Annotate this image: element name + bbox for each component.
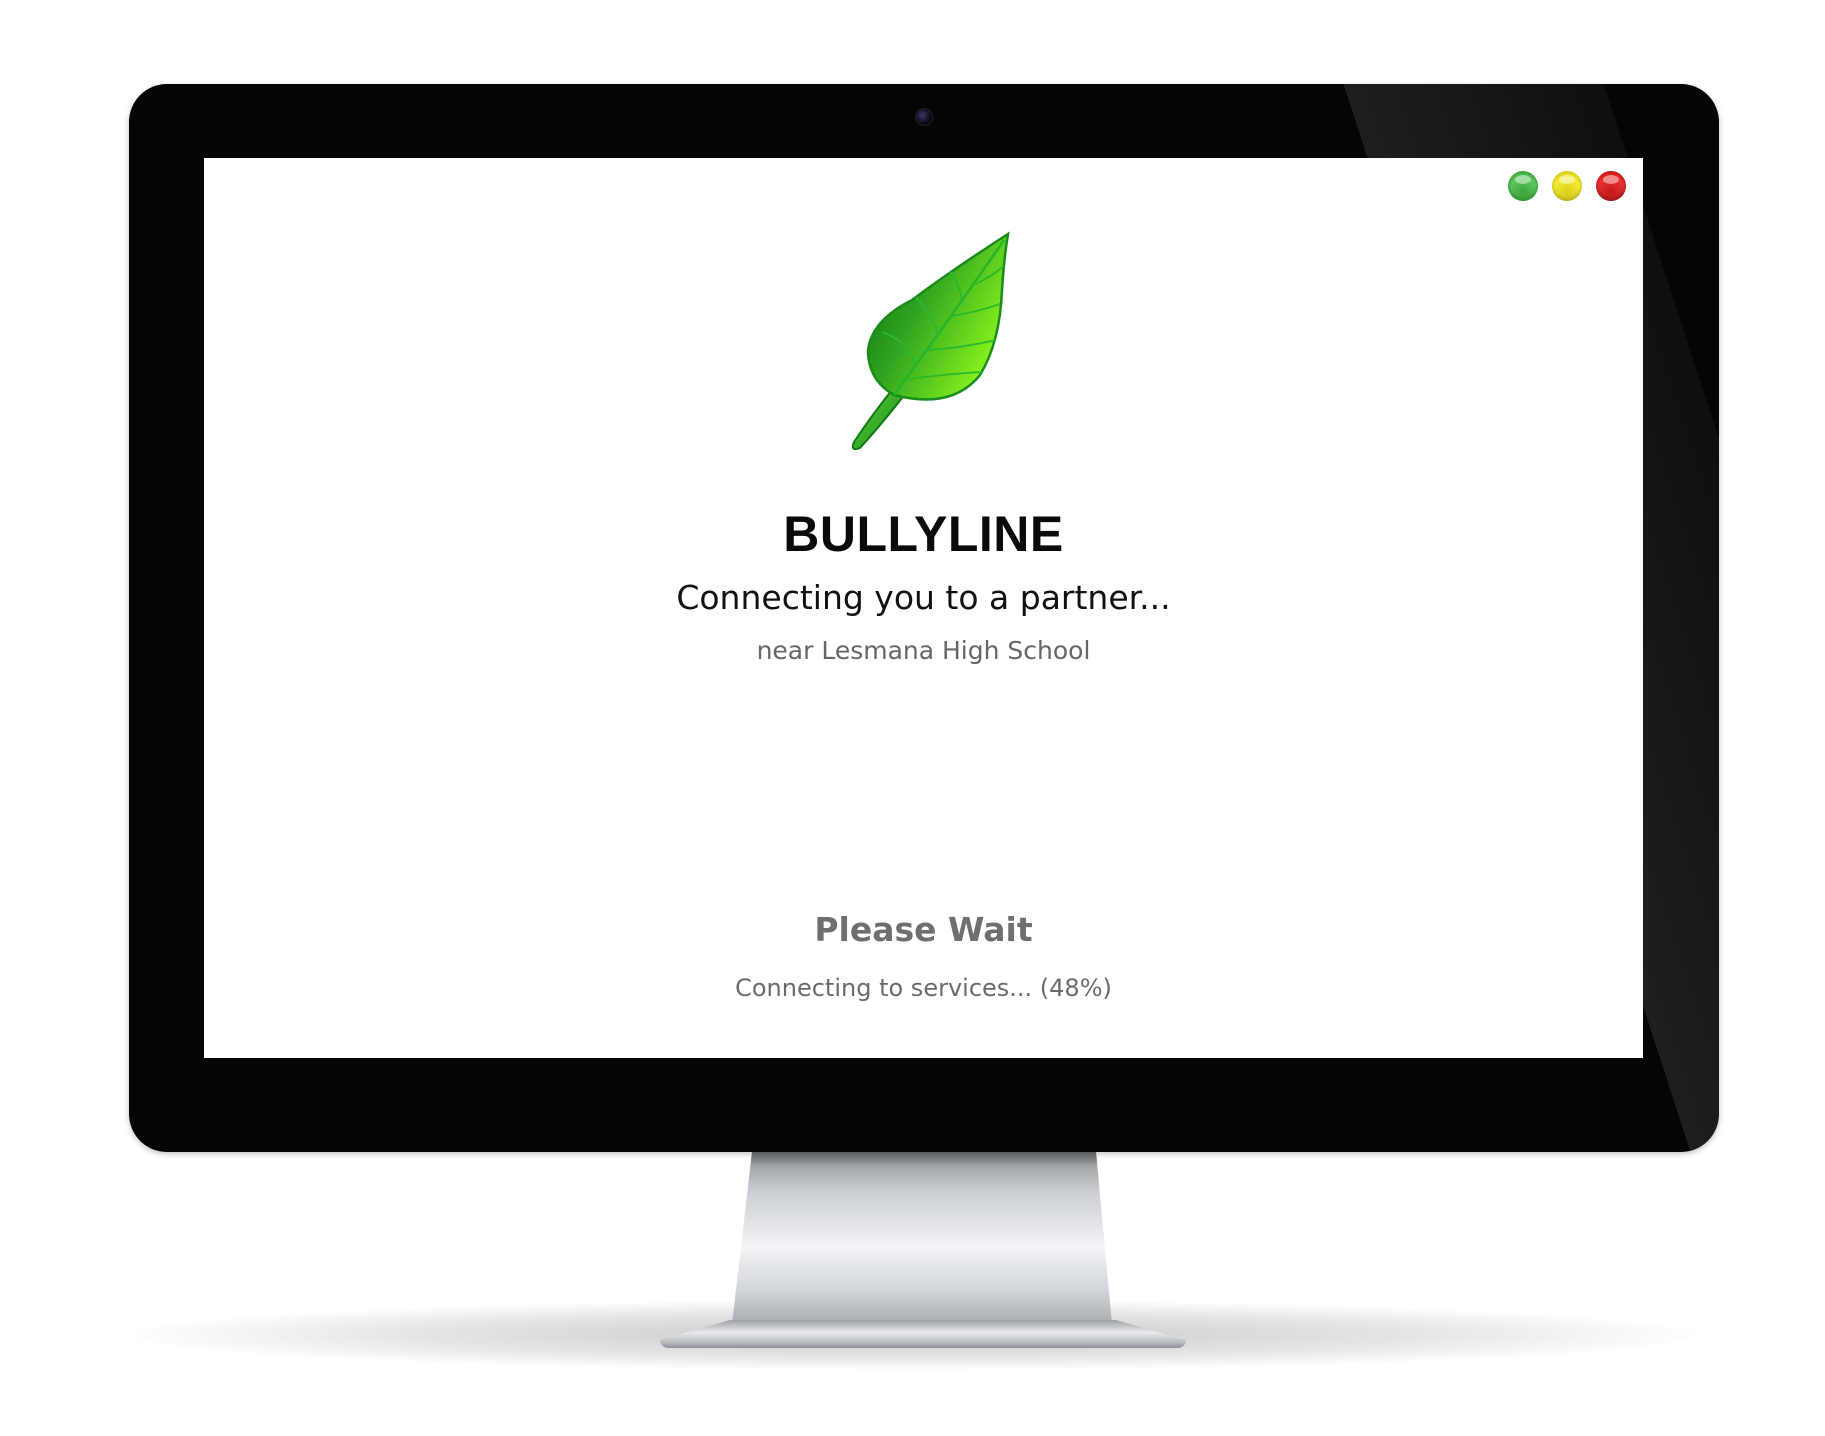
monitor-stand-neck — [732, 1152, 1112, 1324]
monitor-stand-base — [660, 1320, 1186, 1348]
connection-subtitle: Connecting you to a partner... — [676, 578, 1171, 617]
maximize-button[interactable] — [1508, 171, 1538, 201]
location-label: near Lesmana High School — [756, 636, 1091, 665]
monitor-mockup: BULLYLINE Connecting you to a partner...… — [0, 0, 1825, 1436]
app-title: BULLYLINE — [783, 506, 1064, 562]
wait-heading: Please Wait — [814, 910, 1033, 949]
webcam-icon — [915, 108, 933, 126]
minimize-button[interactable] — [1552, 171, 1582, 201]
window-controls — [1508, 171, 1626, 201]
app-window: BULLYLINE Connecting you to a partner...… — [204, 158, 1643, 1058]
close-button[interactable] — [1596, 171, 1626, 201]
leaf-icon — [851, 231, 1010, 451]
loading-status: Connecting to services... (48%) — [735, 974, 1112, 1002]
stand-shadow — [750, 1152, 1098, 1166]
